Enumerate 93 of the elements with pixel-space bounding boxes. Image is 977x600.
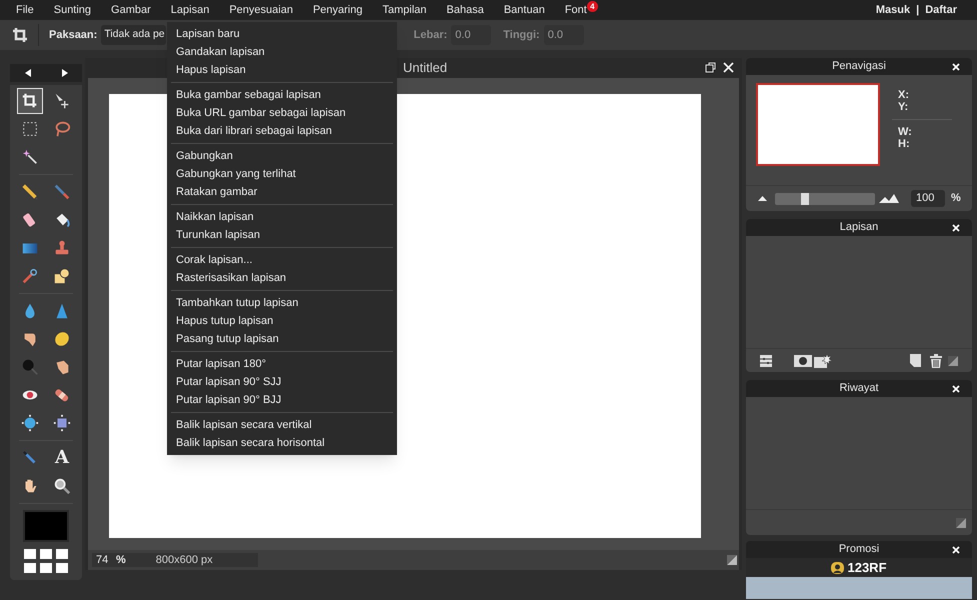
coordinate-label: H: — [898, 138, 911, 150]
small-mountain-icon[interactable] — [758, 196, 767, 201]
restore-icon[interactable] — [705, 62, 716, 73]
menu-option[interactable]: Naikkan lapisan — [167, 208, 397, 226]
lasso-icon — [53, 120, 71, 138]
sparkle-icon[interactable] — [814, 354, 832, 368]
field-label: Lebar: — [414, 28, 448, 43]
burn-icon — [21, 358, 39, 376]
zoom-icon — [53, 477, 71, 495]
right-arrow-icon[interactable] — [60, 69, 68, 77]
left-arrow-icon[interactable] — [24, 69, 32, 77]
menu-option[interactable]: Rasterisasikan lapisan — [167, 269, 397, 287]
menu-item[interactable]: Lapisan — [170, 2, 210, 18]
menu-option[interactable]: Pasang tutup lapisan — [167, 330, 397, 348]
menu-option[interactable]: Gabungkan — [167, 147, 397, 165]
width-field[interactable]: 0.0 — [451, 25, 492, 45]
large-mountain-icon[interactable] — [879, 194, 899, 203]
crop-tool-button[interactable] — [17, 88, 43, 114]
menu-option[interactable]: Putar lapisan 180° — [167, 355, 397, 373]
slider-thumb[interactable] — [801, 192, 809, 204]
height-field[interactable]: 0.0 — [544, 25, 584, 45]
menu-item[interactable]: Gambar — [111, 2, 151, 18]
constraint-dropdown[interactable]: Tidak ada pe — [101, 25, 166, 45]
color-swatch[interactable] — [23, 510, 69, 542]
menu-option[interactable]: Lapisan baru — [167, 25, 397, 43]
menu-item[interactable]: Bahasa — [446, 2, 484, 18]
shapes-icon — [53, 267, 71, 285]
menu-option[interactable]: Gandakan lapisan — [167, 43, 397, 61]
panel-title: Promosi — [838, 542, 880, 558]
resize-handle-icon[interactable] — [948, 356, 958, 366]
magic-wand-icon — [21, 148, 39, 166]
color-replace-icon — [21, 267, 39, 285]
pencil-icon — [21, 183, 39, 201]
layer-mask-icon[interactable] — [794, 354, 812, 366]
menu-option[interactable]: Balik lapisan secara horisontal — [167, 434, 397, 452]
move-icon — [53, 92, 71, 110]
close-icon[interactable] — [723, 62, 734, 73]
sliders-icon[interactable] — [760, 354, 772, 366]
notification-badge: 4 — [586, 1, 598, 12]
pinch-icon — [53, 414, 71, 432]
menu-option[interactable]: Hapus lapisan — [167, 61, 397, 79]
resize-handle-icon[interactable] — [956, 518, 966, 528]
menu-item[interactable]: Font — [564, 2, 587, 18]
coordinate-label: X: — [898, 89, 910, 101]
menu-option[interactable]: Hapus tutup lapisan — [167, 312, 397, 330]
zoom-slider[interactable] — [775, 192, 875, 204]
percent-label: % — [951, 191, 961, 206]
bloat-icon — [21, 414, 39, 432]
menu-option[interactable]: Ratakan gambar — [167, 183, 397, 201]
menu-option[interactable]: Gabungkan yang terlihat — [167, 165, 397, 183]
menu-option[interactable]: Turunkan lapisan — [167, 226, 397, 244]
crop-icon — [21, 92, 39, 110]
menu-option[interactable]: Tambahkan tutup lapisan — [167, 294, 397, 312]
menu-item[interactable]: Tampilan — [382, 2, 427, 18]
separator-text: | — [916, 2, 920, 18]
register-link[interactable]: Daftar — [925, 2, 957, 18]
crop-icon[interactable] — [12, 27, 28, 43]
menu-option[interactable]: Buka URL gambar sebagai lapisan — [167, 104, 397, 122]
resize-handle-icon[interactable] — [727, 555, 737, 565]
panel-title: Lapisan — [840, 220, 878, 236]
text-tool-button[interactable]: A — [49, 445, 75, 471]
menu-item[interactable]: File — [16, 2, 34, 18]
coordinate-label: W: — [898, 126, 913, 138]
panel-title: Penavigasi — [832, 59, 886, 74]
panel-title: Riwayat — [839, 381, 879, 396]
menu-item[interactable]: Bantuan — [504, 2, 545, 18]
window-title: Untitled — [403, 59, 448, 78]
login-link[interactable]: Masuk — [876, 2, 910, 18]
menu-option[interactable]: Putar lapisan 90° SJJ — [167, 373, 397, 391]
trash-icon[interactable] — [930, 354, 942, 368]
field-label: Tinggi: — [503, 28, 540, 43]
image-size-text: 800x600 px — [156, 552, 213, 568]
marquee-icon — [21, 120, 39, 138]
menu-item[interactable]: Penyaring — [312, 2, 362, 18]
zoom-field[interactable]: 74 — [92, 552, 116, 568]
person-badge-icon[interactable] — [831, 562, 844, 574]
coordinate-label: Y: — [898, 101, 910, 113]
menu-option[interactable]: Buka gambar sebagai lapisan — [167, 86, 397, 104]
sponge-icon — [53, 330, 71, 348]
menu-option[interactable]: Corak lapisan... — [167, 251, 397, 269]
stamp-icon — [53, 239, 71, 257]
percent-label: % — [116, 552, 126, 568]
menu-option[interactable]: Buka dari librari sebagai lapisan — [167, 122, 397, 140]
menu-item[interactable]: Sunting — [54, 2, 92, 18]
field-label: Paksaan: — [49, 28, 98, 43]
zoom-percent-field[interactable]: 100 — [911, 190, 945, 207]
menu-item[interactable]: Penyesuaian — [229, 2, 293, 18]
brush-icon — [53, 183, 71, 201]
menu-option[interactable]: Balik lapisan secara vertikal — [167, 416, 397, 434]
menu-option[interactable]: Putar lapisan 90° BJJ — [167, 391, 397, 409]
grid-layout-icon[interactable] — [23, 548, 69, 574]
brand-logo: 123RF — [847, 561, 887, 574]
new-page-icon[interactable] — [910, 354, 921, 367]
